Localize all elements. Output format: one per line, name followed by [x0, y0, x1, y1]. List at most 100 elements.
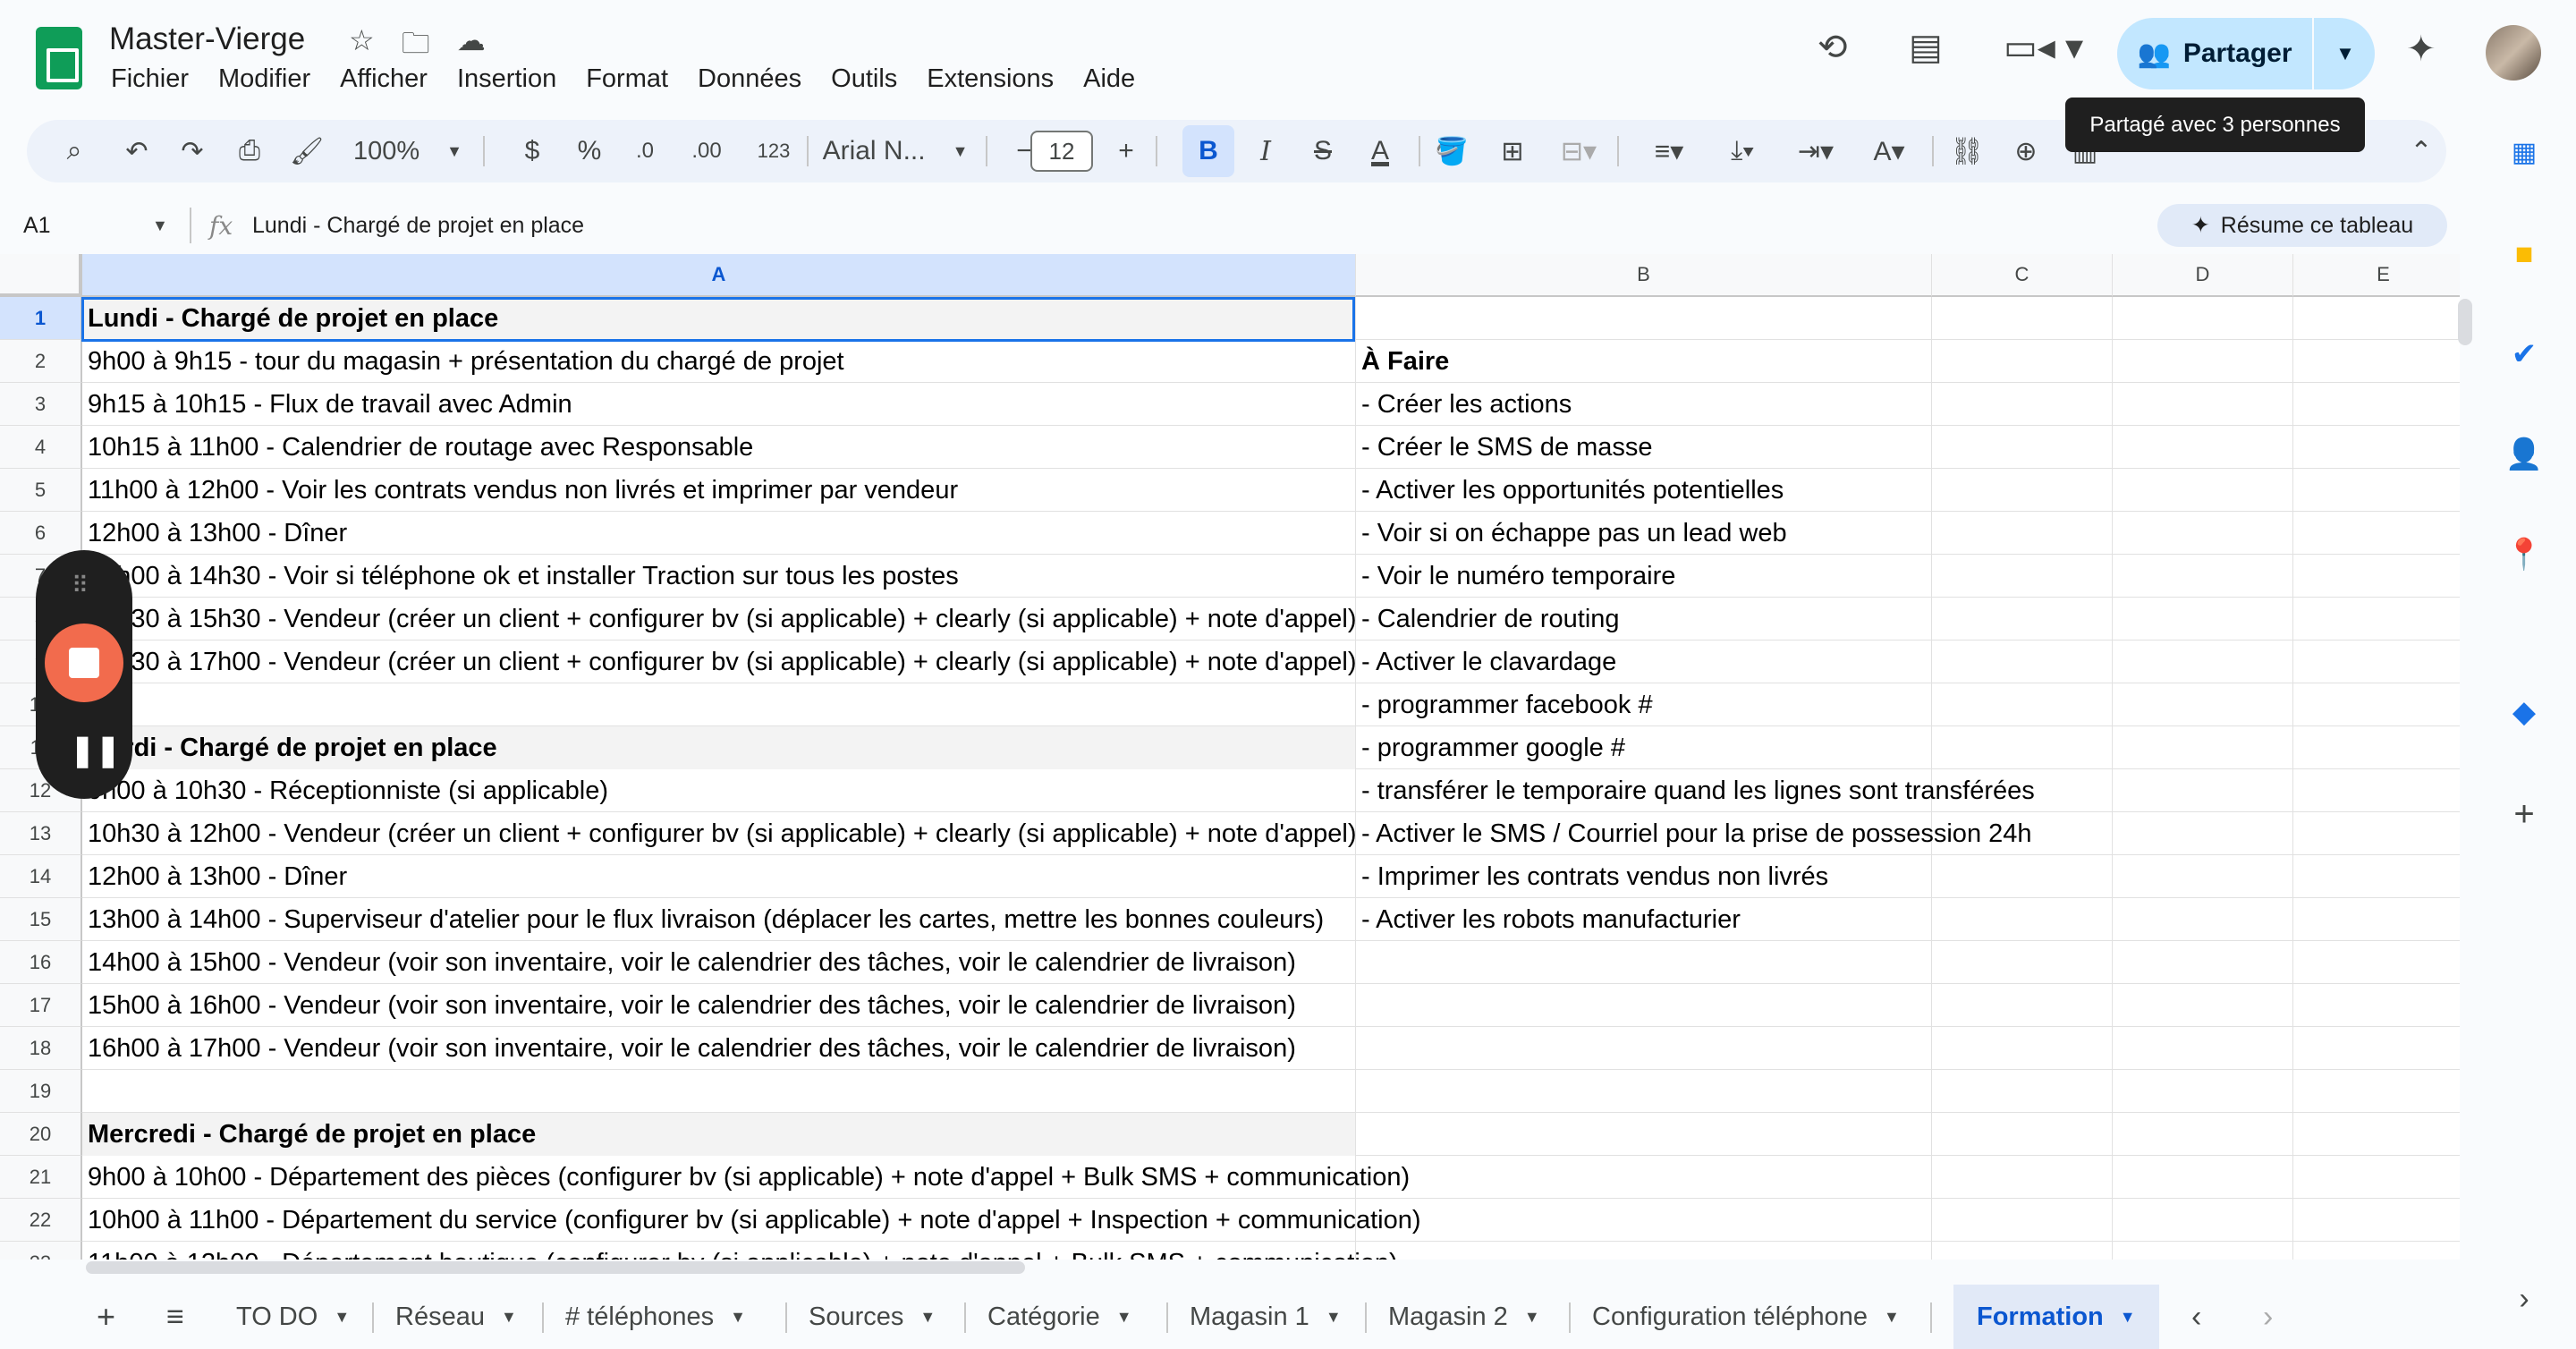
column-header-a[interactable]: A [82, 254, 1356, 297]
cell-a16[interactable]: 14h00 à 15h00 - Vendeur (voir son invent… [82, 941, 1356, 984]
link-icon[interactable]: ⛓ [1945, 120, 1989, 182]
decrease-decimal-button[interactable]: .0 [623, 120, 667, 182]
cell-c11[interactable] [1932, 726, 2113, 769]
cell-a7[interactable]: 13h00 à 14h30 - Voir si téléphone ok et … [82, 555, 1356, 598]
fill-color-icon[interactable]: 🪣 [1429, 120, 1474, 182]
cell-d4[interactable] [2113, 426, 2293, 469]
cell-c19[interactable] [1932, 1070, 2113, 1113]
cell-d22[interactable] [2113, 1199, 2293, 1242]
row-header[interactable]: 17 [0, 984, 82, 1027]
chevron-down-icon[interactable]: ▼ [1116, 1308, 1132, 1327]
text-wrap-icon[interactable]: ⇥▾ [1780, 120, 1852, 182]
chevron-down-icon[interactable]: ▼ [152, 216, 168, 235]
sheets-logo[interactable] [36, 27, 82, 89]
italic-button[interactable]: I [1243, 120, 1288, 182]
comment-icon[interactable]: ⊕ [2004, 120, 2048, 182]
row-header[interactable]: 1 [0, 297, 82, 340]
stop-recording-button[interactable] [45, 624, 123, 702]
cell-e16[interactable] [2293, 941, 2460, 984]
cell-c1[interactable] [1932, 297, 2113, 340]
cell-c13[interactable] [1932, 812, 2113, 855]
column-header-b[interactable]: B [1356, 254, 1932, 297]
cell-d20[interactable] [2113, 1113, 2293, 1156]
menu-afficher[interactable]: Afficher [340, 64, 428, 94]
addon-icon[interactable]: ◆ [2504, 692, 2544, 732]
cell-d8[interactable] [2113, 598, 2293, 641]
cell-e12[interactable] [2293, 769, 2460, 812]
cell-d10[interactable] [2113, 683, 2293, 726]
cell-c4[interactable] [1932, 426, 2113, 469]
row-header[interactable]: 18 [0, 1027, 82, 1070]
cell-d17[interactable] [2113, 984, 2293, 1027]
menu-insertion[interactable]: Insertion [457, 64, 556, 94]
cell-d3[interactable] [2113, 383, 2293, 426]
row-header[interactable]: 2 [0, 340, 82, 383]
cell-c21[interactable] [1932, 1156, 2113, 1199]
vertical-scrollbar[interactable] [2456, 299, 2474, 1247]
sheet-tab[interactable]: Magasin 1 ▼ [1190, 1285, 1342, 1349]
select-all-corner[interactable] [0, 254, 82, 297]
calendar-icon[interactable]: ▦ [2504, 132, 2544, 172]
menu-aide[interactable]: Aide [1083, 64, 1135, 94]
add-addon-icon[interactable]: + [2504, 794, 2544, 834]
cell-a4[interactable]: 10h15 à 11h00 - Calendrier de routage av… [82, 426, 1356, 469]
cell-a12[interactable]: 9h00 à 10h30 - Réceptionniste (si applic… [82, 769, 1356, 812]
summarize-button[interactable]: ✦ Résume ce tableau [2157, 204, 2447, 247]
cell-a2[interactable]: 9h00 à 9h15 - tour du magasin + présenta… [82, 340, 1356, 383]
cell-e13[interactable] [2293, 812, 2460, 855]
keep-icon[interactable]: ■ [2504, 234, 2544, 274]
cell-d16[interactable] [2113, 941, 2293, 984]
cell-a17[interactable]: 15h00 à 16h00 - Vendeur (voir son invent… [82, 984, 1356, 1027]
cell-e17[interactable] [2293, 984, 2460, 1027]
cell-c9[interactable] [1932, 641, 2113, 683]
borders-icon[interactable]: ⊞ [1490, 120, 1535, 182]
row-header[interactable]: 5 [0, 469, 82, 512]
sheet-tab[interactable]: Catégorie ▼ [987, 1285, 1132, 1349]
row-header[interactable]: 20 [0, 1113, 82, 1156]
cell-b5[interactable]: - Activer les opportunités potentielles [1356, 469, 1932, 512]
cell-a8[interactable]: 14h30 à 15h30 - Vendeur (créer un client… [82, 598, 1357, 641]
text-rotation-icon[interactable]: A▾ [1853, 120, 1925, 182]
cell-e11[interactable] [2293, 726, 2460, 769]
font-select[interactable]: Arial N... ▼ [810, 120, 980, 182]
increase-decimal-button[interactable]: .00 [680, 120, 733, 182]
cell-b8[interactable]: - Calendrier de routing [1356, 598, 1932, 641]
merge-cells-icon[interactable]: ⊟▾ [1547, 120, 1610, 182]
column-header-d[interactable]: D [2113, 254, 2293, 297]
gemini-icon[interactable]: ✦ [2406, 29, 2436, 70]
horizontal-align-icon[interactable]: ≡▾ [1633, 120, 1705, 182]
menu-données[interactable]: Données [698, 64, 801, 94]
menu-extensions[interactable]: Extensions [927, 64, 1054, 94]
contacts-icon[interactable]: 👤 [2504, 435, 2544, 474]
cell-d7[interactable] [2113, 555, 2293, 598]
sheet-tab[interactable]: Magasin 2 ▼ [1388, 1285, 1540, 1349]
formula-input[interactable]: Lundi - Chargé de projet en place [252, 213, 584, 239]
horizontal-scrollbar[interactable] [86, 1261, 1025, 1274]
comments-icon[interactable]: ▤ [1909, 27, 1943, 68]
menu-format[interactable]: Format [586, 64, 668, 94]
cell-a1[interactable]: Lundi - Chargé de projet en place [82, 297, 1356, 340]
chevron-down-icon[interactable]: ▼ [730, 1308, 746, 1327]
cell-a3[interactable]: 9h15 à 10h15 - Flux de travail avec Admi… [82, 383, 1356, 426]
cell-e5[interactable] [2293, 469, 2460, 512]
row-header[interactable]: 19 [0, 1070, 82, 1113]
cell-b7[interactable]: - Voir le numéro temporaire [1356, 555, 1932, 598]
cell-c15[interactable] [1932, 898, 2113, 941]
cell-c20[interactable] [1932, 1113, 2113, 1156]
row-header[interactable]: 22 [0, 1199, 82, 1242]
row-header[interactable]: 16 [0, 941, 82, 984]
cell-e9[interactable] [2293, 641, 2460, 683]
cell-c12[interactable] [1932, 769, 2113, 812]
number-format-button[interactable]: 123 [742, 120, 805, 182]
cell-a18[interactable]: 16h00 à 17h00 - Vendeur (voir son invent… [82, 1027, 1356, 1070]
collapse-toolbar-icon[interactable]: ⌃ [2399, 120, 2444, 182]
cell-d11[interactable] [2113, 726, 2293, 769]
chevron-down-icon[interactable]: ▼ [501, 1308, 517, 1327]
cell-d5[interactable] [2113, 469, 2293, 512]
cell-a11[interactable]: Mardi - Chargé de projet en place [82, 726, 1356, 769]
cell-b23[interactable] [1356, 1242, 1932, 1260]
cell-c22[interactable] [1932, 1199, 2113, 1242]
cell-b9[interactable]: - Activer le clavardage [1356, 641, 1932, 683]
scroll-tabs-right-icon[interactable]: › [2263, 1285, 2273, 1349]
cell-b14[interactable]: - Imprimer les contrats vendus non livré… [1356, 855, 1932, 898]
